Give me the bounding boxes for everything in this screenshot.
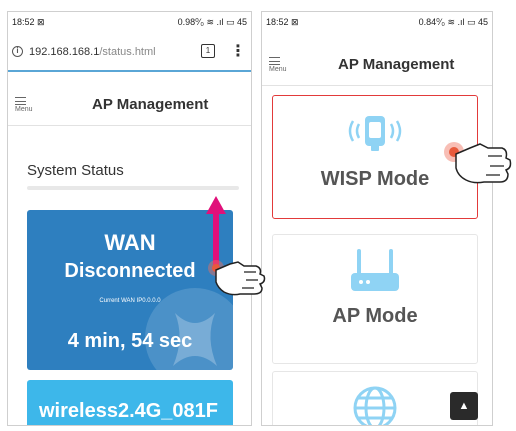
status-time: 18:52 ⊠ [266, 17, 299, 27]
wan-title: WAN [104, 230, 156, 255]
ap-mode-card[interactable]: AP Mode [272, 234, 478, 364]
ap-mode-label: AP Mode [332, 305, 418, 327]
status-indicators: 0.84⁰⁄₀ ≋ .ıl ▭ 45 [418, 17, 488, 27]
router-mode-card[interactable] [272, 371, 478, 425]
wisp-mode-label: WISP Mode [320, 168, 430, 190]
url-path: /status.html [99, 46, 156, 58]
tab-count-button[interactable]: 1 [201, 44, 215, 58]
app-header: Menu AP Management [262, 42, 492, 86]
page-title: AP Management [338, 56, 455, 73]
status-bar: 18:52 ⊠ 0.98⁰⁄₀ ≋ .ıl ▭ 45 [8, 12, 251, 32]
wan-ip-label: Current WAN IP0.0.0.0 [99, 298, 161, 304]
menu-label: Menu [269, 66, 287, 73]
status-indicators: 0.98⁰⁄₀ ≋ .ıl ▭ 45 [177, 17, 247, 27]
status-bar: 18:52 ⊠ 0.84⁰⁄₀ ≋ .ıl ▭ 45 [262, 12, 492, 32]
url-text[interactable]: 192.168.168.1/status.html [29, 46, 156, 58]
wan-uptime: 4 min, 54 sec [67, 330, 193, 352]
more-options-icon[interactable]: ⋮ [230, 41, 246, 61]
section-divider [27, 186, 239, 190]
wan-status-card[interactable]: WAN Disconnected Current WAN IP0.0.0.0 4… [27, 210, 233, 370]
chevron-up-icon: ▲ [458, 400, 470, 412]
page-title: AP Management [92, 96, 209, 113]
hamburger-icon [15, 97, 26, 105]
browser-url-bar[interactable]: i 192.168.168.1/status.html 1 ⋮ [8, 36, 251, 72]
wireless-card[interactable]: wireless2.4G_081F [27, 380, 233, 425]
wifi-extender-icon [347, 110, 403, 159]
wireless-ssid: wireless2.4G_081F [39, 400, 219, 422]
hamburger-icon [269, 57, 280, 65]
menu-label: Menu [15, 106, 33, 113]
globe-icon [351, 384, 399, 425]
status-time: 18:52 ⊠ [12, 17, 45, 27]
section-title: System Status [27, 162, 124, 179]
menu-button[interactable]: Menu [15, 97, 35, 113]
right-phone-screen: 18:52 ⊠ 0.84⁰⁄₀ ≋ .ıl ▭ 45 Menu AP Manag… [261, 11, 493, 426]
app-header: Menu AP Management [8, 82, 251, 126]
url-host: 192.168.168.1 [29, 46, 100, 58]
wisp-mode-card[interactable]: WISP Mode [272, 95, 478, 219]
left-phone-screen: 18:52 ⊠ 0.98⁰⁄₀ ≋ .ıl ▭ 45 i 192.168.168… [7, 11, 252, 426]
router-icon [347, 247, 403, 300]
info-icon[interactable]: i [12, 46, 23, 57]
wan-status: Disconnected [64, 260, 196, 282]
menu-button[interactable]: Menu [269, 57, 289, 73]
scroll-to-top-button[interactable]: ▲ [450, 392, 478, 420]
